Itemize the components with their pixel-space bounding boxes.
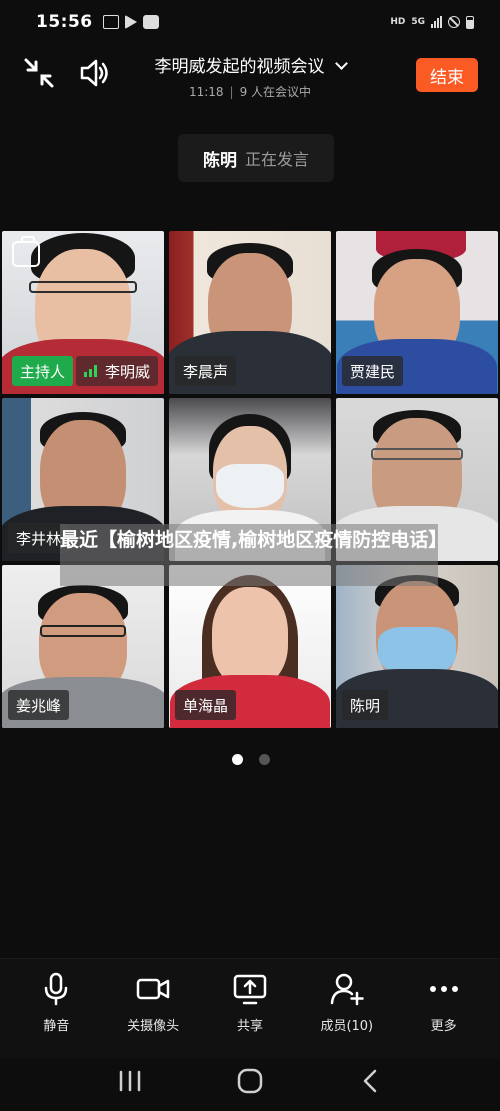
participant-name: 姜兆峰 [8, 690, 70, 720]
network-label: HD [390, 17, 406, 27]
participant-count: 9 人在会议中 [239, 85, 312, 99]
share-button[interactable]: 共享 [205, 971, 295, 1058]
participant-name: 李明威 [76, 356, 159, 386]
mic-icon [45, 972, 68, 1006]
video-camera-icon [136, 978, 170, 1000]
page-dot[interactable] [259, 754, 270, 765]
active-speaker-banner: 陈明 正在发言 [178, 134, 334, 182]
meeting-header: 李明威发起的视频会议 11:18 | 9 人在会议中 结束 [0, 44, 500, 104]
video-tile[interactable]: 姜兆峰 [2, 565, 164, 728]
switch-camera-icon[interactable] [12, 236, 40, 267]
clock: 15:56 [36, 12, 93, 32]
home-button[interactable] [230, 1061, 270, 1101]
meeting-toolbar: 静音 关摄像头 共享 成员(10) 更多 [0, 958, 500, 1058]
battery-icon [466, 15, 474, 29]
camera-off-button[interactable]: 关摄像头 [108, 971, 198, 1058]
members-icon [330, 973, 364, 1006]
minimize-icon[interactable] [22, 56, 56, 90]
speaker-icon[interactable] [78, 56, 112, 90]
mute-button[interactable]: 静音 [11, 971, 101, 1058]
recents-icon [119, 1070, 141, 1091]
network-type-label: 5G [411, 17, 425, 27]
back-icon [363, 1069, 377, 1092]
video-tile[interactable]: 单海晶 [169, 565, 331, 728]
video-notification-icon [124, 15, 137, 29]
gallery-notification-icon [102, 15, 119, 29]
app-notification-icon [142, 15, 159, 29]
system-nav-bar [0, 1050, 500, 1111]
caption-overlay-text: 最近【榆树地区疫情,榆树地区疫情防控电话】 [60, 529, 448, 551]
speaker-status: 正在发言 [244, 150, 309, 169]
video-tile[interactable]: 贾建民 [336, 231, 498, 394]
status-bar: 15:56 HD 5G [0, 0, 500, 44]
meeting-duration: 11:18 [188, 85, 224, 99]
more-button[interactable]: 更多 [399, 971, 489, 1058]
meeting-title: 李明威发起的视频会议 [154, 57, 325, 77]
meeting-title-area[interactable]: 李明威发起的视频会议 11:18 | 9 人在会议中 [140, 52, 360, 100]
members-button[interactable]: 成员(10) [302, 971, 392, 1058]
host-badge: 主持人 [12, 356, 74, 386]
video-grid: 主持人 李明威 李晨声 贾建民 李井林 姜兆峰 单海晶 陈明 [2, 231, 498, 728]
participant-name: 陈明 [342, 690, 389, 720]
home-icon [237, 1068, 263, 1093]
mic-activity-icon [84, 365, 97, 377]
chevron-down-icon[interactable] [334, 57, 348, 70]
participant-name: 李晨声 [175, 356, 237, 386]
video-tile[interactable]: 主持人 李明威 [2, 231, 164, 394]
share-screen-icon [233, 974, 267, 1005]
page-indicator[interactable] [232, 754, 270, 765]
participant-name: 单海晶 [175, 690, 237, 720]
video-tile[interactable]: 李晨声 [169, 231, 331, 394]
signal-icon [431, 16, 442, 28]
video-tile-active-speaker[interactable]: 陈明 [336, 565, 498, 728]
speaker-name: 陈明 [202, 150, 237, 171]
back-button[interactable] [350, 1061, 390, 1101]
end-meeting-button[interactable]: 结束 [416, 58, 478, 92]
participant-name: 贾建民 [342, 356, 404, 386]
more-icon [429, 986, 458, 992]
do-not-disturb-icon [448, 16, 460, 28]
page-dot-active[interactable] [232, 754, 243, 765]
recents-button[interactable] [110, 1061, 150, 1101]
